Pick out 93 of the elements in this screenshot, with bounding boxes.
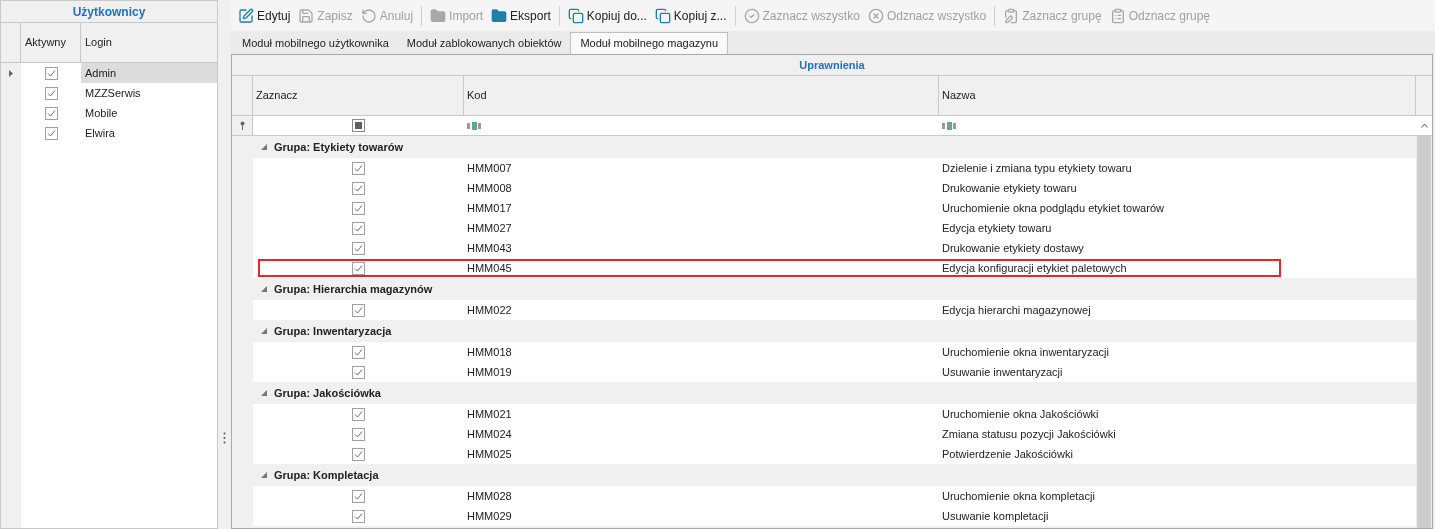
panel-title: Użytkownicy [1,1,217,23]
toolbar-button[interactable]: Kopiuj do... [564,3,650,28]
checkbox[interactable] [352,365,365,379]
name-cell-text: Usuwanie inwentaryzacji [941,364,1064,380]
folder-icon [430,7,447,24]
grip-icon [223,432,226,444]
checkbox[interactable] [352,201,365,215]
name-cell-text: Potwierdzenie Jakościówki [941,446,1074,462]
group-label: Grupa: Jakościówka [274,385,381,401]
group-label: Grupa: Inwentaryzacja [274,323,392,339]
checkbox[interactable] [352,345,365,359]
column-header[interactable]: Zaznacz [253,76,464,115]
pin-icon [239,121,245,130]
folder-icon [491,7,508,24]
login-cell[interactable]: MZZSerwis [81,83,217,103]
name-cell-text: Edycja konfiguracji etykiet paletowych [941,260,1128,276]
group-label: Grupa: Kompletacja [274,467,379,483]
scrollbar[interactable] [1416,136,1432,528]
login-cell[interactable]: Mobile [81,103,217,123]
checkbox[interactable] [352,489,365,503]
checkbox[interactable] [352,261,365,275]
name-cell-text: Zmiana statusu pozycji Jakościówki [941,426,1117,442]
checkbox[interactable] [352,161,365,175]
name-cell-text: Uruchomienie okna kompletacji [941,488,1096,504]
name-cell-text: Uruchomienie okna podglądu etykiet towarów [941,200,1165,216]
checkbox[interactable] [44,66,58,80]
checkbox[interactable] [352,181,365,195]
tab[interactable]: Moduł zablokowanych obiektów [397,32,571,54]
expand-icon[interactable] [261,286,267,292]
name-cell-text: Dzielenie i zmiana typu etykiety towaru [941,160,1133,176]
expand-icon[interactable] [261,390,267,396]
text-filter-icon [942,121,957,130]
code-cell-text: HMM017 [466,200,513,216]
checkbox[interactable] [352,407,365,421]
code-cell-text: HMM021 [466,406,513,422]
login-cell[interactable]: Elwira [81,123,217,143]
code-cell-text: HMM024 [466,426,513,442]
filter-checkbox[interactable] [352,119,365,132]
name-cell-text: Edycja hierarchi magazynowej [941,302,1092,318]
column-header[interactable]: Kod [464,76,939,115]
code-cell-text: HMM025 [466,446,513,462]
name-cell-text: Drukowanie etykiety dostawy [941,240,1085,256]
checkbox[interactable] [352,241,365,255]
checkbox[interactable] [352,221,365,235]
column-header[interactable]: Nazwa [939,76,1416,115]
clipboard-pen-icon [1003,7,1020,24]
checkbox[interactable] [352,427,365,441]
checkbox[interactable] [44,106,58,120]
checkbox[interactable] [352,509,365,523]
expand-icon[interactable] [261,472,267,478]
checkbox[interactable] [44,86,58,100]
code-cell-text: HMM045 [466,260,513,276]
edit-icon [238,7,254,24]
checkbox[interactable] [44,126,58,140]
code-cell-text: HMM043 [466,240,513,256]
toolbar-button[interactable]: Kopiuj z... [651,3,730,28]
scroll-up-icon[interactable] [1420,123,1428,128]
code-cell-text: HMM029 [466,508,513,524]
name-cell-text: Uruchomienie okna Jakościówki [941,406,1100,422]
column-header[interactable]: Aktywny [21,23,81,62]
checkbox[interactable] [352,303,365,317]
save-icon [298,7,315,24]
name-cell-text: Drukowanie etykiety towaru [941,180,1078,196]
tab[interactable]: Moduł mobilnego użytkownika [233,32,398,54]
x-circle-icon [867,7,884,24]
copy-icon [567,7,584,24]
checkbox[interactable] [352,447,365,461]
code-cell-text: HMM019 [466,364,513,380]
group-label: Grupa: Hierarchia magazynów [274,281,433,297]
column-header[interactable]: Login [81,23,217,62]
expand-icon[interactable] [261,144,267,150]
expand-icon[interactable] [261,328,267,334]
code-cell-text: HMM022 [466,302,513,318]
code-cell-text: HMM008 [466,180,513,196]
code-cell-text: HMM018 [466,344,513,360]
name-cell-text: Uruchomienie okna inwentaryzacji [941,344,1110,360]
text-filter-icon [467,121,482,130]
code-cell-text: HMM027 [466,220,513,236]
undo-icon [360,7,377,24]
code-cell-text: HMM028 [466,488,513,504]
tab[interactable]: Moduł mobilnego magazynu [570,32,729,54]
name-cell-text: Usuwanie kompletacji [941,508,1050,524]
toolbar-button[interactable]: Eksport [488,3,554,28]
group-label: Grupa: Etykiety towarów [274,139,403,155]
row-indicator-icon [9,69,13,77]
band-header: Uprawnienia [232,55,1432,76]
clipboard-list-icon [1109,7,1126,24]
name-cell-text: Edycja etykiety towaru [941,220,1053,236]
login-cell[interactable]: Admin [81,63,217,83]
copy-icon [654,7,671,24]
code-cell-text: HMM007 [466,160,513,176]
check-circle-icon [743,7,760,24]
toolbar-button[interactable]: Edytuj [235,3,294,28]
